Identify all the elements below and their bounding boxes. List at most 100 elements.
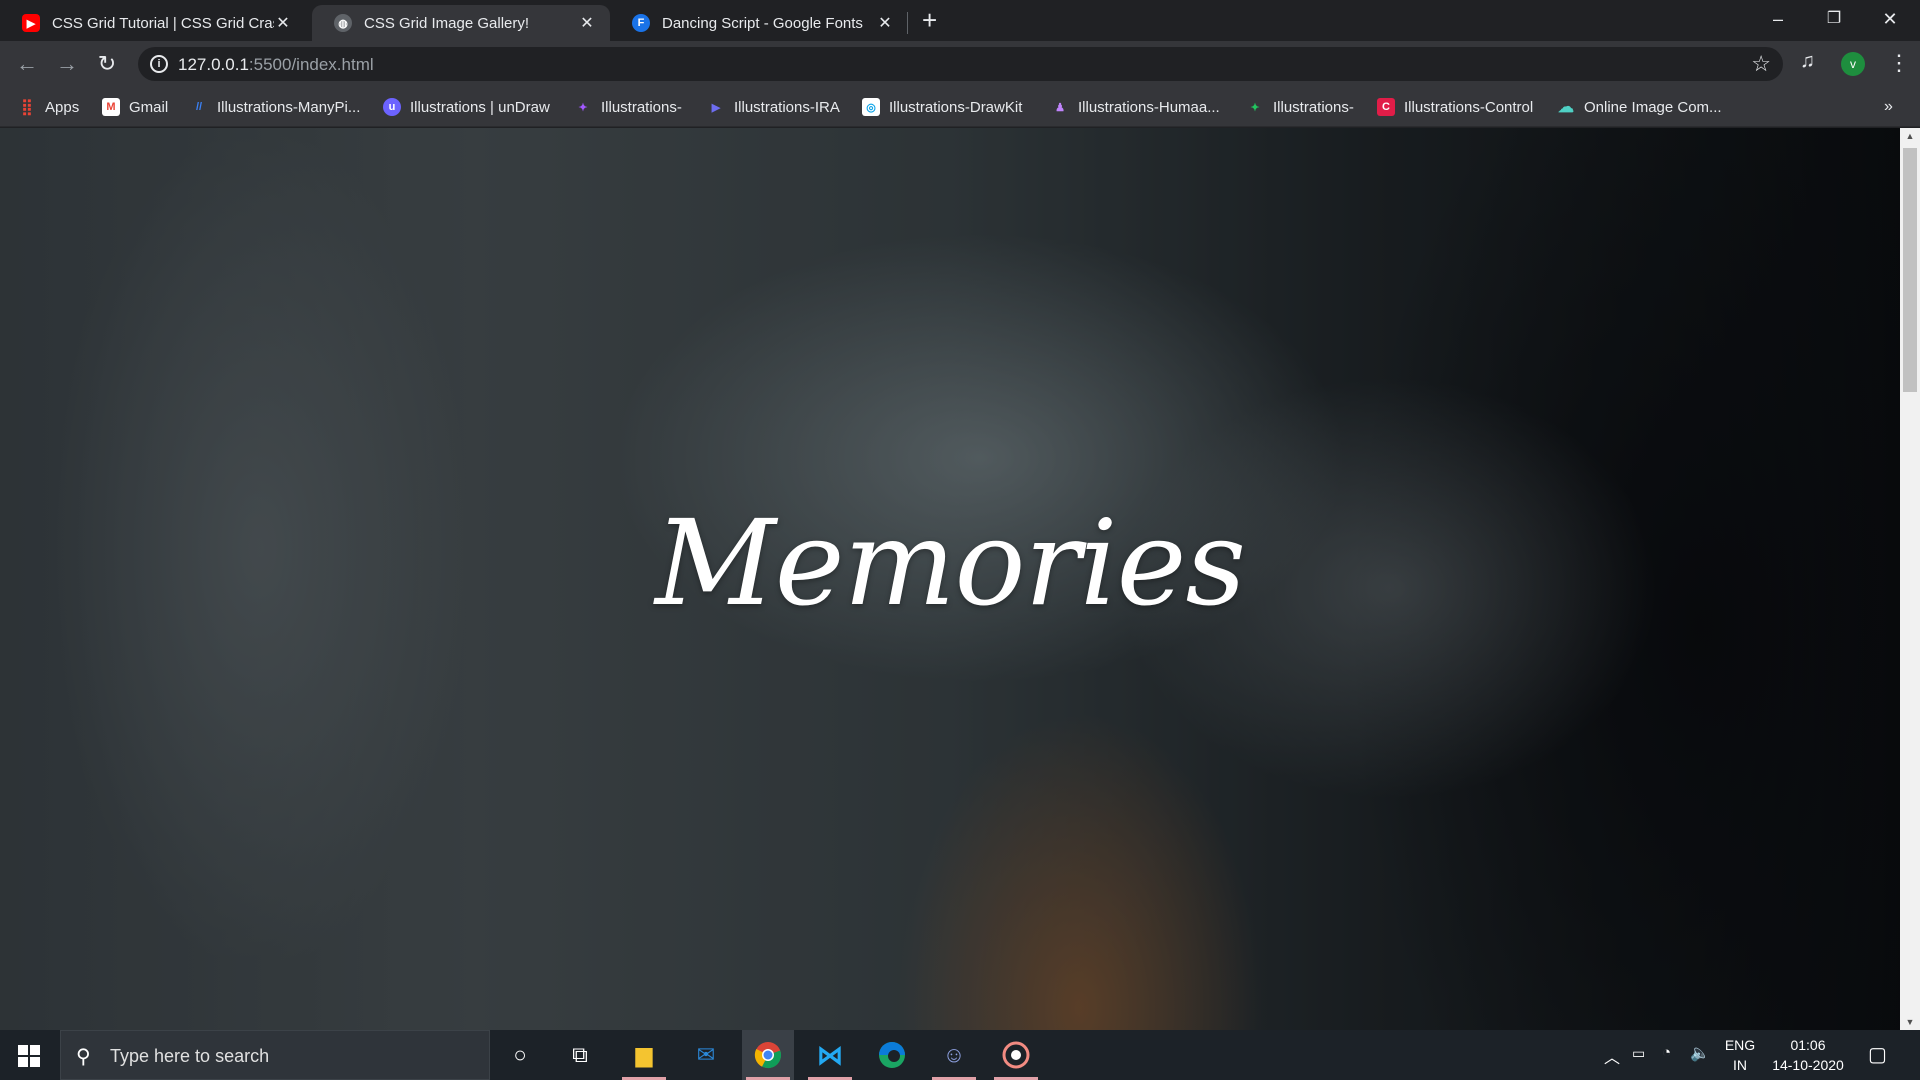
clock-date: 14-10-2020 — [1772, 1057, 1844, 1073]
scroll-down-arrow-icon[interactable]: ▼ — [1904, 1017, 1916, 1027]
gmail-icon: M — [102, 98, 120, 116]
bookmark-label: Illustrations-Humaa... — [1078, 98, 1220, 116]
vscode-icon[interactable]: ⋈ — [804, 1030, 856, 1080]
menu-kebab-icon[interactable]: ⋮ — [1888, 50, 1910, 76]
wifi-icon[interactable]: ◔ — [1662, 1044, 1671, 1061]
tab-strip: ▶ CSS Grid Tutorial | CSS Grid Crash ✕ ◍… — [0, 0, 1920, 41]
language-code: ENG — [1724, 1037, 1756, 1053]
bookmark-label: Illustrations- — [1273, 98, 1354, 116]
bookmark-control[interactable]: C Illustrations-Control — [1377, 96, 1533, 118]
mail-icon[interactable]: ✉ — [680, 1030, 732, 1080]
taskbar-search-box[interactable]: ⚲ Type here to search — [60, 1030, 490, 1080]
restore-button[interactable]: ❐ — [1806, 4, 1862, 34]
figma-icon: ✦ — [1250, 101, 1260, 114]
language-indicator[interactable]: ENG IN — [1724, 1037, 1756, 1073]
tray-overflow-chevron-icon[interactable]: ︿ — [1604, 1044, 1620, 1068]
bookmark-label: Illustrations- — [601, 98, 682, 116]
chrome-logo — [754, 1042, 782, 1069]
close-window-button[interactable]: ✕ — [1862, 4, 1918, 34]
close-icon[interactable]: ✕ — [578, 13, 596, 33]
bookmark-online-image-compressor[interactable]: ☁ Online Image Com... — [1557, 96, 1722, 118]
youtube-icon: ▶ — [22, 14, 40, 32]
edge-icon[interactable] — [866, 1030, 918, 1080]
clock[interactable]: 01:06 14-10-2020 — [1764, 1037, 1852, 1073]
bookmark-illustrations-figma-2[interactable]: ✦ Illustrations- — [1246, 96, 1354, 118]
obs-logo — [1002, 1041, 1030, 1069]
battery-icon[interactable]: ▭ — [1632, 1045, 1645, 1062]
media-control-icon[interactable]: ♫ — [1800, 50, 1815, 73]
hero-section: Memories — [0, 128, 1900, 1030]
drawkit-icon: ◎ — [862, 98, 880, 116]
page-scrollbar[interactable]: ▲ ▼ — [1900, 128, 1920, 1030]
bookmark-undraw[interactable]: u Illustrations | unDraw — [383, 96, 550, 118]
tab-title: Dancing Script - Google Fonts — [662, 14, 863, 32]
close-icon[interactable]: ✕ — [876, 13, 894, 33]
tab-dancing-script-google-fonts[interactable]: F Dancing Script - Google Fonts ✕ — [610, 5, 908, 41]
bookmark-label: Illustrations-Control — [1404, 98, 1534, 116]
notifications-icon[interactable]: ▢ — [1868, 1042, 1887, 1067]
bookmarks-overflow-button[interactable]: » — [1884, 96, 1893, 118]
url-host: 127.0.0.1 — [178, 55, 249, 74]
bookmark-label: Illustrations-IRA — [734, 98, 840, 116]
new-tab-button[interactable]: + — [922, 6, 937, 34]
figma-icon: ✦ — [578, 101, 588, 114]
profile-avatar[interactable]: v — [1841, 52, 1865, 76]
task-view-icon[interactable]: ⧉ — [554, 1030, 606, 1080]
hero-title: Memories — [654, 494, 1246, 632]
tab-title: CSS Grid Image Gallery! — [364, 14, 530, 32]
tab-separator — [907, 12, 908, 34]
scroll-up-arrow-icon[interactable]: ▲ — [1904, 131, 1916, 141]
forward-button[interactable]: → — [52, 49, 82, 79]
bookmark-label: Gmail — [129, 98, 169, 116]
search-icon: ⚲ — [76, 1046, 91, 1068]
tab-title: CSS Grid Tutorial | CSS Grid Crash — [52, 14, 274, 32]
browser-toolbar: ← → ↻ i 127.0.0.1:5500/index.html ☆ ♫ v … — [0, 41, 1920, 88]
reload-button[interactable]: ↻ — [92, 49, 122, 79]
bookmark-illustrations-figma-1[interactable]: ✦ Illustrations- — [574, 96, 682, 118]
language-region: IN — [1733, 1057, 1747, 1073]
windows-taskbar: ⚲ Type here to search ○ ⧉ ▆ ✉ ⋈ ☺ ︿ ▭ ◔ … — [0, 1030, 1920, 1080]
apps-grid-icon: ⣿ — [21, 99, 33, 116]
bookmark-apps[interactable]: ⣿ Apps — [18, 96, 79, 118]
scrollbar-thumb[interactable] — [1903, 148, 1917, 392]
edge-logo — [879, 1042, 905, 1068]
cortana-icon[interactable]: ○ — [494, 1030, 546, 1080]
address-url[interactable]: 127.0.0.1:5500/index.html — [178, 55, 374, 75]
close-icon[interactable]: ✕ — [274, 13, 292, 33]
bookmark-label: Apps — [45, 98, 80, 116]
ira-icon: ▶ — [711, 101, 721, 114]
obs-icon[interactable] — [990, 1030, 1042, 1080]
undraw-icon: u — [383, 98, 401, 116]
humaaans-icon: ♟ — [1055, 101, 1065, 114]
cloud-icon: ☁ — [1558, 99, 1574, 116]
address-bar[interactable]: i 127.0.0.1:5500/index.html ☆ — [138, 47, 1783, 81]
taskbar-search-placeholder: Type here to search — [110, 1046, 270, 1066]
bookmark-manypixels[interactable]: // Illustrations-ManyPi... — [190, 96, 360, 118]
manypixels-icon: // — [195, 101, 203, 113]
bookmark-label: Illustrations-DrawKit — [889, 98, 1023, 116]
bookmarks-bar: ⣿ Apps M Gmail // Illustrations-ManyPi..… — [0, 88, 1920, 127]
control-icon: C — [1377, 98, 1395, 116]
tab-css-grid-image-gallery[interactable]: ◍ CSS Grid Image Gallery! ✕ — [312, 5, 610, 41]
bookmark-label: Illustrations | unDraw — [410, 98, 550, 116]
bookmark-gmail[interactable]: M Gmail — [102, 96, 168, 118]
volume-icon[interactable]: 🔈 — [1690, 1043, 1710, 1063]
clock-time: 01:06 — [1790, 1037, 1826, 1053]
chrome-icon[interactable] — [742, 1030, 794, 1080]
bookmark-ira[interactable]: ▶ Illustrations-IRA — [707, 96, 840, 118]
bookmark-drawkit[interactable]: ◎ Illustrations-DrawKit — [862, 96, 1022, 118]
globe-icon: ◍ — [334, 14, 352, 32]
windows-start-icon[interactable] — [18, 1045, 40, 1067]
url-path: :5500/index.html — [248, 55, 374, 74]
file-explorer-icon[interactable]: ▆ — [618, 1030, 670, 1080]
bookmark-humaaans[interactable]: ♟ Illustrations-Humaa... — [1051, 96, 1220, 118]
bookmark-label: Online Image Com... — [1584, 98, 1722, 116]
bookmark-star-icon[interactable]: ☆ — [1751, 51, 1771, 77]
back-button[interactable]: ← — [12, 49, 42, 79]
bookmark-label: Illustrations-ManyPi... — [217, 98, 361, 116]
info-icon[interactable]: i — [150, 55, 168, 73]
tab-css-grid-tutorial[interactable]: ▶ CSS Grid Tutorial | CSS Grid Crash ✕ — [0, 5, 306, 41]
minimize-button[interactable]: – — [1750, 4, 1806, 34]
google-fonts-icon: F — [632, 14, 650, 32]
discord-icon[interactable]: ☺ — [928, 1030, 980, 1080]
